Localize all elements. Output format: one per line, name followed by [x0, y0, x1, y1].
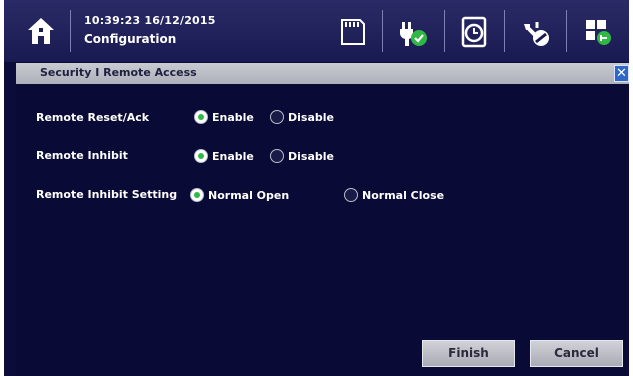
- finish-button[interactable]: Finish: [422, 340, 515, 367]
- option-label: Normal Close: [362, 188, 445, 202]
- close-icon[interactable]: ✕: [614, 65, 629, 82]
- top-bar: 10:39:23 16/12/2015 Configuration: [4, 0, 629, 62]
- option-label: Normal Open: [208, 188, 290, 202]
- grid-icon[interactable]: [580, 14, 616, 50]
- dialog-titlebar: Security I Remote Access ✕: [16, 63, 629, 84]
- clock-icon[interactable]: [456, 14, 492, 50]
- header-time: 10:39:23 16/12/2015: [84, 14, 216, 27]
- plug-check-icon[interactable]: [394, 14, 430, 50]
- cancel-button[interactable]: Cancel: [530, 340, 623, 367]
- option-label: Enable: [212, 110, 254, 124]
- remote-reset-ack-disable-radio[interactable]: Disable: [270, 110, 334, 124]
- radio-selected-icon[interactable]: [194, 110, 208, 124]
- radio-selected-icon[interactable]: [190, 188, 204, 202]
- remote-access-dialog: Security I Remote Access ✕ Remote Reset/…: [16, 63, 629, 376]
- remote-inhibit-enable-radio[interactable]: Enable: [194, 149, 254, 163]
- device-screen: 10:39:23 16/12/2015 Configuration Securi…: [4, 0, 629, 376]
- header-divider: [382, 10, 383, 52]
- header-divider: [444, 10, 445, 52]
- home-icon[interactable]: [24, 14, 58, 48]
- option-label: Disable: [288, 110, 334, 124]
- header-context: Configuration: [84, 32, 177, 46]
- radio-unselected-icon[interactable]: [270, 149, 284, 163]
- normal-open-radio[interactable]: Normal Open: [190, 188, 289, 202]
- radio-unselected-icon[interactable]: [270, 110, 284, 124]
- header-divider: [70, 10, 71, 52]
- header-divider: [566, 10, 567, 52]
- radio-selected-icon[interactable]: [194, 149, 208, 163]
- header-divider: [504, 10, 505, 52]
- dialog-title: Security I Remote Access: [40, 66, 197, 79]
- remote-reset-ack-label: Remote Reset/Ack: [36, 111, 150, 124]
- sd-card-icon[interactable]: [334, 14, 370, 50]
- remote-inhibit-label: Remote Inhibit: [36, 149, 128, 162]
- tools-icon[interactable]: [516, 14, 552, 50]
- option-label: Disable: [288, 149, 334, 163]
- option-label: Enable: [212, 149, 254, 163]
- remote-inhibit-disable-radio[interactable]: Disable: [270, 149, 334, 163]
- radio-unselected-icon[interactable]: [344, 188, 358, 202]
- remote-reset-ack-enable-radio[interactable]: Enable: [194, 110, 254, 124]
- normal-close-radio[interactable]: Normal Close: [344, 188, 444, 202]
- remote-inhibit-setting-label: Remote Inhibit Setting: [36, 188, 178, 201]
